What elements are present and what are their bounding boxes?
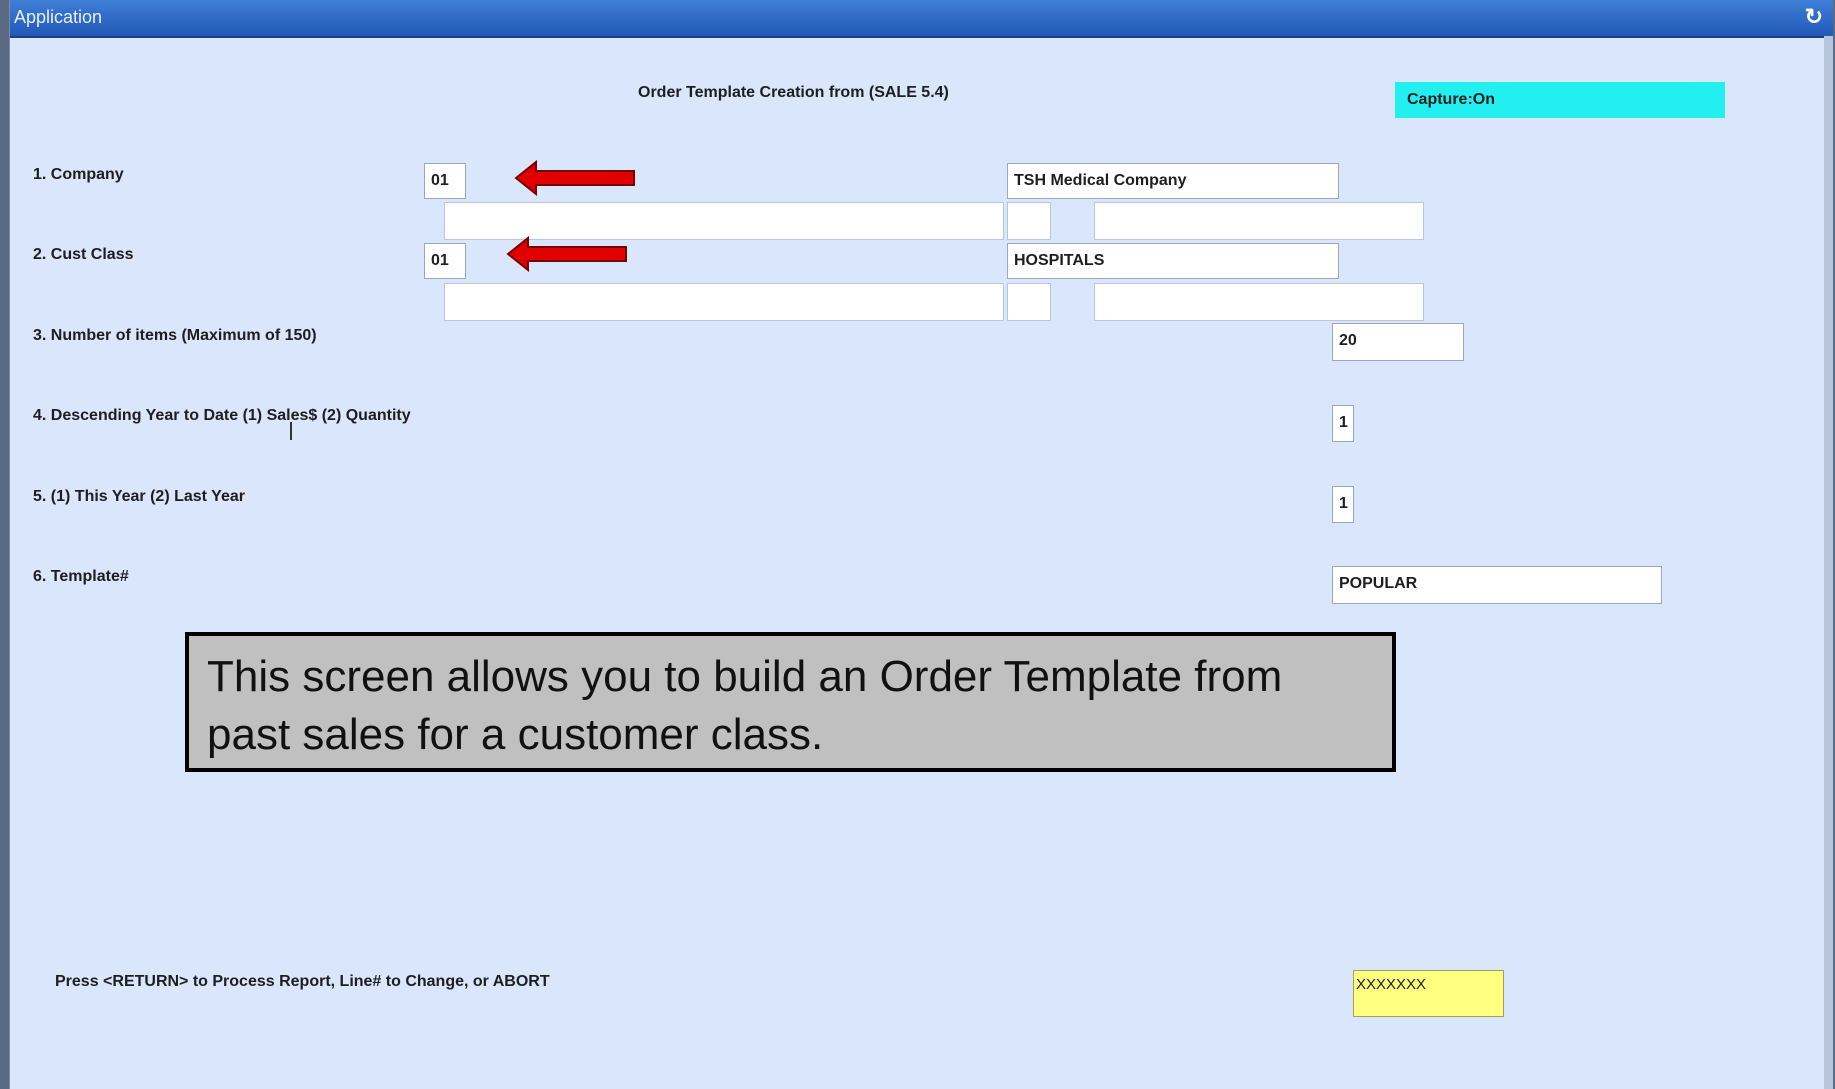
company-extra-field-2[interactable] — [1007, 202, 1051, 240]
cust-class-name-field[interactable]: HOSPITALS — [1007, 243, 1339, 279]
explanation-callout: This screen allows you to build an Order… — [185, 632, 1396, 772]
refresh-icon[interactable]: ↻ — [1805, 4, 1823, 30]
screen-heading: Order Template Creation from (SALE 5.4) — [638, 84, 949, 101]
company-label: 1. Company — [33, 166, 124, 183]
command-prompt: Press <RETURN> to Process Report, Line# … — [55, 973, 550, 990]
template-label: 6. Template# — [33, 568, 129, 585]
text-cursor — [290, 422, 292, 440]
template-input[interactable]: POPULAR — [1332, 566, 1662, 604]
year-select-label: 5. (1) This Year (2) Last Year — [33, 488, 245, 505]
red-arrow-icon — [514, 160, 635, 196]
command-input[interactable]: XXXXXXX — [1353, 970, 1504, 1017]
red-arrow-icon — [506, 236, 627, 272]
window-title: Application — [14, 7, 103, 27]
capture-status: Capture:On — [1395, 82, 1725, 118]
descending-sort-label: 4. Descending Year to Date (1) Sales$ (2… — [33, 407, 411, 424]
cust-class-extra-field-1[interactable] — [444, 283, 1004, 321]
company-extra-field-1[interactable] — [444, 202, 1004, 240]
company-code-input[interactable]: 01 — [424, 163, 466, 199]
descending-sort-input[interactable]: 1 — [1332, 405, 1354, 442]
application-window: Application ↻ Order Template Creation fr… — [9, 0, 1833, 1089]
window-edge — [1824, 36, 1833, 1089]
year-select-input[interactable]: 1 — [1332, 486, 1354, 523]
company-name-field[interactable]: TSH Medical Company — [1007, 163, 1339, 199]
cust-class-extra-field-2[interactable] — [1007, 283, 1051, 321]
company-extra-field-3[interactable] — [1094, 202, 1424, 240]
number-of-items-label: 3. Number of items (Maximum of 150) — [33, 327, 317, 344]
number-of-items-input[interactable]: 20 — [1332, 323, 1464, 361]
cust-class-extra-field-3[interactable] — [1094, 283, 1424, 321]
cust-class-code-input[interactable]: 01 — [424, 243, 466, 279]
cust-class-label: 2. Cust Class — [33, 246, 134, 263]
title-bar: Application ↻ — [10, 0, 1833, 38]
